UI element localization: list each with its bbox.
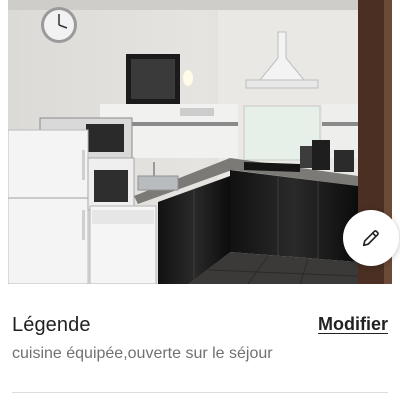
divider	[12, 392, 388, 393]
caption-label: Légende	[12, 314, 91, 336]
pencil-icon	[362, 230, 379, 247]
kitchen-illustration	[8, 0, 392, 284]
photo-caption-screen: Légende Modifier cuisine équipée,ouverte…	[0, 0, 400, 400]
caption-header: Légende Modifier	[12, 314, 388, 340]
edit-photo-button[interactable]	[343, 210, 399, 266]
modify-caption-link[interactable]: Modifier	[318, 314, 388, 335]
kitchen-photo[interactable]	[8, 0, 392, 284]
caption-text: cuisine équipée,ouverte sur le séjour	[12, 345, 273, 362]
